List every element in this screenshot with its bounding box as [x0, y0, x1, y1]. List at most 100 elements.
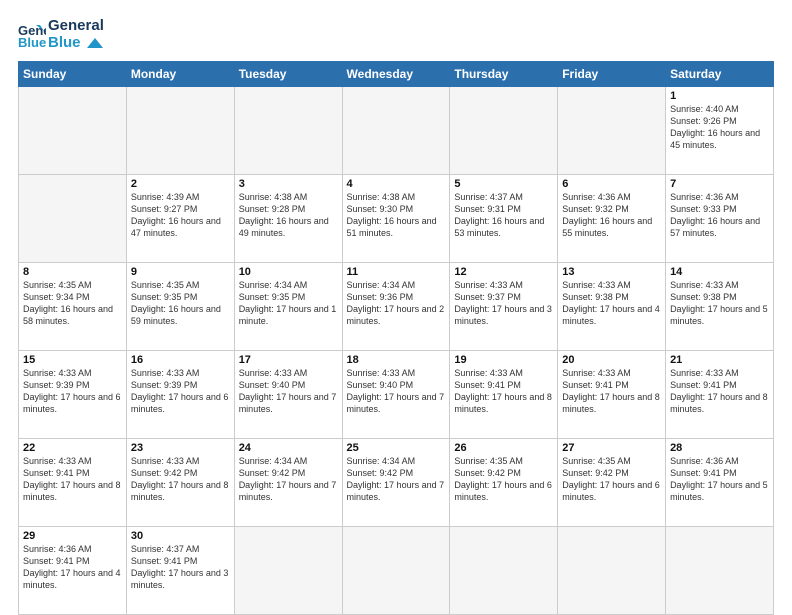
calendar-cell — [450, 87, 558, 175]
day-info: Sunrise: 4:36 AMSunset: 9:33 PMDaylight:… — [670, 192, 760, 238]
day-info: Sunrise: 4:33 AMSunset: 9:39 PMDaylight:… — [131, 368, 229, 414]
col-header-saturday: Saturday — [666, 62, 774, 87]
day-number: 9 — [131, 266, 230, 278]
day-number: 24 — [239, 442, 338, 454]
day-number: 8 — [23, 266, 122, 278]
logo-blue: Blue — [48, 35, 104, 52]
day-number: 26 — [454, 442, 553, 454]
day-number: 21 — [670, 354, 769, 366]
day-number: 2 — [131, 178, 230, 190]
day-info: Sunrise: 4:36 AMSunset: 9:41 PMDaylight:… — [23, 544, 121, 590]
day-info: Sunrise: 4:38 AMSunset: 9:28 PMDaylight:… — [239, 192, 329, 238]
day-info: Sunrise: 4:34 AMSunset: 9:42 PMDaylight:… — [239, 456, 337, 502]
day-info: Sunrise: 4:37 AMSunset: 9:41 PMDaylight:… — [131, 544, 229, 590]
day-number: 16 — [131, 354, 230, 366]
day-info: Sunrise: 4:38 AMSunset: 9:30 PMDaylight:… — [347, 192, 437, 238]
col-header-sunday: Sunday — [19, 62, 127, 87]
calendar-cell: 24 Sunrise: 4:34 AMSunset: 9:42 PMDaylig… — [234, 439, 342, 527]
day-info: Sunrise: 4:33 AMSunset: 9:39 PMDaylight:… — [23, 368, 121, 414]
day-number: 11 — [347, 266, 446, 278]
calendar-cell: 27 Sunrise: 4:35 AMSunset: 9:42 PMDaylig… — [558, 439, 666, 527]
calendar-cell — [342, 527, 450, 615]
day-info: Sunrise: 4:40 AMSunset: 9:26 PMDaylight:… — [670, 104, 760, 150]
col-header-thursday: Thursday — [450, 62, 558, 87]
day-info: Sunrise: 4:33 AMSunset: 9:40 PMDaylight:… — [239, 368, 337, 414]
calendar-cell: 12 Sunrise: 4:33 AMSunset: 9:37 PMDaylig… — [450, 263, 558, 351]
calendar-cell: 2 Sunrise: 4:39 AMSunset: 9:27 PMDayligh… — [126, 175, 234, 263]
calendar-cell: 15 Sunrise: 4:33 AMSunset: 9:39 PMDaylig… — [19, 351, 127, 439]
day-info: Sunrise: 4:33 AMSunset: 9:42 PMDaylight:… — [131, 456, 229, 502]
calendar-cell: 20 Sunrise: 4:33 AMSunset: 9:41 PMDaylig… — [558, 351, 666, 439]
calendar-cell — [19, 175, 127, 263]
day-number: 25 — [347, 442, 446, 454]
day-number: 23 — [131, 442, 230, 454]
day-info: Sunrise: 4:35 AMSunset: 9:35 PMDaylight:… — [131, 280, 221, 326]
day-info: Sunrise: 4:33 AMSunset: 9:37 PMDaylight:… — [454, 280, 552, 326]
week-row-4: 15 Sunrise: 4:33 AMSunset: 9:39 PMDaylig… — [19, 351, 774, 439]
day-info: Sunrise: 4:34 AMSunset: 9:36 PMDaylight:… — [347, 280, 445, 326]
day-number: 5 — [454, 178, 553, 190]
col-header-wednesday: Wednesday — [342, 62, 450, 87]
calendar-cell — [19, 87, 127, 175]
day-number: 1 — [670, 90, 769, 102]
week-row-5: 22 Sunrise: 4:33 AMSunset: 9:41 PMDaylig… — [19, 439, 774, 527]
day-info: Sunrise: 4:33 AMSunset: 9:41 PMDaylight:… — [454, 368, 552, 414]
day-info: Sunrise: 4:33 AMSunset: 9:41 PMDaylight:… — [670, 368, 768, 414]
calendar-cell — [234, 87, 342, 175]
calendar-cell: 25 Sunrise: 4:34 AMSunset: 9:42 PMDaylig… — [342, 439, 450, 527]
calendar-cell: 10 Sunrise: 4:34 AMSunset: 9:35 PMDaylig… — [234, 263, 342, 351]
calendar-cell: 30 Sunrise: 4:37 AMSunset: 9:41 PMDaylig… — [126, 527, 234, 615]
day-info: Sunrise: 4:35 AMSunset: 9:42 PMDaylight:… — [454, 456, 552, 502]
calendar-cell: 28 Sunrise: 4:36 AMSunset: 9:41 PMDaylig… — [666, 439, 774, 527]
week-row-3: 8 Sunrise: 4:35 AMSunset: 9:34 PMDayligh… — [19, 263, 774, 351]
calendar-cell — [666, 527, 774, 615]
day-info: Sunrise: 4:37 AMSunset: 9:31 PMDaylight:… — [454, 192, 544, 238]
calendar-cell — [126, 87, 234, 175]
day-number: 10 — [239, 266, 338, 278]
day-number: 20 — [562, 354, 661, 366]
calendar-cell: 23 Sunrise: 4:33 AMSunset: 9:42 PMDaylig… — [126, 439, 234, 527]
week-row-6: 29 Sunrise: 4:36 AMSunset: 9:41 PMDaylig… — [19, 527, 774, 615]
day-number: 29 — [23, 530, 122, 542]
calendar-cell: 14 Sunrise: 4:33 AMSunset: 9:38 PMDaylig… — [666, 263, 774, 351]
day-number: 13 — [562, 266, 661, 278]
calendar-cell — [450, 527, 558, 615]
calendar-cell: 19 Sunrise: 4:33 AMSunset: 9:41 PMDaylig… — [450, 351, 558, 439]
day-number: 28 — [670, 442, 769, 454]
calendar-cell: 16 Sunrise: 4:33 AMSunset: 9:39 PMDaylig… — [126, 351, 234, 439]
header: General Blue General Blue — [18, 18, 774, 51]
logo-icon: General Blue — [18, 21, 46, 49]
day-info: Sunrise: 4:36 AMSunset: 9:41 PMDaylight:… — [670, 456, 768, 502]
day-info: Sunrise: 4:33 AMSunset: 9:41 PMDaylight:… — [23, 456, 121, 502]
calendar-header-row: SundayMondayTuesdayWednesdayThursdayFrid… — [19, 62, 774, 87]
day-number: 15 — [23, 354, 122, 366]
day-info: Sunrise: 4:33 AMSunset: 9:38 PMDaylight:… — [670, 280, 768, 326]
calendar-cell: 18 Sunrise: 4:33 AMSunset: 9:40 PMDaylig… — [342, 351, 450, 439]
calendar-table: SundayMondayTuesdayWednesdayThursdayFrid… — [18, 61, 774, 615]
calendar-cell: 29 Sunrise: 4:36 AMSunset: 9:41 PMDaylig… — [19, 527, 127, 615]
logo-general: General — [48, 18, 104, 35]
col-header-tuesday: Tuesday — [234, 62, 342, 87]
calendar-cell — [342, 87, 450, 175]
day-info: Sunrise: 4:34 AMSunset: 9:42 PMDaylight:… — [347, 456, 445, 502]
week-row-1: 1 Sunrise: 4:40 AMSunset: 9:26 PMDayligh… — [19, 87, 774, 175]
day-info: Sunrise: 4:35 AMSunset: 9:34 PMDaylight:… — [23, 280, 113, 326]
day-number: 14 — [670, 266, 769, 278]
calendar-cell: 5 Sunrise: 4:37 AMSunset: 9:31 PMDayligh… — [450, 175, 558, 263]
calendar-cell: 17 Sunrise: 4:33 AMSunset: 9:40 PMDaylig… — [234, 351, 342, 439]
calendar-cell: 1 Sunrise: 4:40 AMSunset: 9:26 PMDayligh… — [666, 87, 774, 175]
day-number: 18 — [347, 354, 446, 366]
calendar-cell — [234, 527, 342, 615]
day-info: Sunrise: 4:36 AMSunset: 9:32 PMDaylight:… — [562, 192, 652, 238]
day-number: 30 — [131, 530, 230, 542]
calendar-cell: 22 Sunrise: 4:33 AMSunset: 9:41 PMDaylig… — [19, 439, 127, 527]
week-row-2: 2 Sunrise: 4:39 AMSunset: 9:27 PMDayligh… — [19, 175, 774, 263]
calendar-cell: 26 Sunrise: 4:35 AMSunset: 9:42 PMDaylig… — [450, 439, 558, 527]
day-number: 7 — [670, 178, 769, 190]
calendar-cell: 21 Sunrise: 4:33 AMSunset: 9:41 PMDaylig… — [666, 351, 774, 439]
day-number: 19 — [454, 354, 553, 366]
day-number: 27 — [562, 442, 661, 454]
day-info: Sunrise: 4:39 AMSunset: 9:27 PMDaylight:… — [131, 192, 221, 238]
calendar-cell: 9 Sunrise: 4:35 AMSunset: 9:35 PMDayligh… — [126, 263, 234, 351]
day-info: Sunrise: 4:34 AMSunset: 9:35 PMDaylight:… — [239, 280, 337, 326]
